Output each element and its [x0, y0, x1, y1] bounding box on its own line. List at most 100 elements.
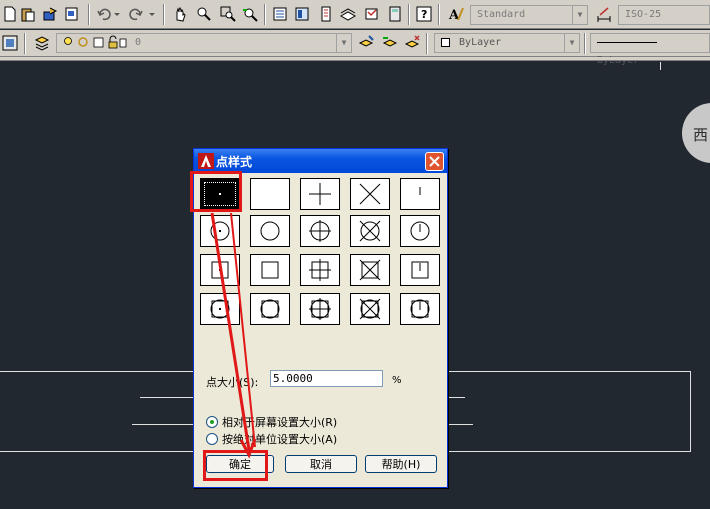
match-properties-icon[interactable] [40, 4, 60, 24]
point-style-glyph-icon [210, 299, 230, 319]
dialog-title: 点样式 [216, 155, 253, 169]
dialog-titlebar[interactable]: 点样式 [194, 149, 447, 173]
point-style-glyph-icon [410, 299, 430, 319]
undo-icon[interactable] [94, 4, 114, 24]
point-style-glyph-icon [309, 259, 331, 281]
point-style-glyph-icon [309, 298, 331, 320]
cancel-button[interactable]: 取消 [285, 455, 357, 473]
drawing-line [140, 397, 193, 398]
point-style-none-row2[interactable] [250, 254, 290, 286]
toolbar-separator [24, 33, 26, 54]
radio-absolute-indicator[interactable] [206, 433, 218, 445]
point-style-tick-row2[interactable] [400, 254, 440, 286]
properties-icon[interactable] [270, 4, 290, 24]
point-style-glyph-icon [261, 261, 279, 279]
point-style-cross-row0[interactable] [350, 178, 390, 210]
color-value: ByLayer [459, 37, 502, 48]
point-size-input[interactable]: 5.0000 [270, 370, 383, 387]
redo-dropdown-icon[interactable] [147, 4, 157, 24]
layer-isolate-icon[interactable] [402, 33, 422, 53]
point-style-glyph-icon [359, 183, 381, 205]
text-style-icon[interactable]: A [446, 4, 466, 24]
text-style-value: Standard [477, 9, 526, 20]
point-style-cross-row3[interactable] [350, 293, 390, 325]
drawing-line [448, 451, 691, 452]
make-object-layer-current-icon[interactable] [356, 33, 376, 53]
point-style-glyph-icon [251, 179, 289, 209]
point-style-plus-row1[interactable] [300, 215, 340, 247]
point-style-glyph-icon [410, 221, 430, 241]
point-style-plus-row0[interactable] [300, 178, 340, 210]
redo-icon[interactable] [126, 4, 146, 24]
new-file-icon[interactable] [0, 4, 20, 24]
design-center-icon[interactable] [292, 4, 312, 24]
drawing-line [690, 371, 691, 452]
dimension-style-select[interactable]: ISO-25 [618, 5, 710, 25]
point-style-tick-row0[interactable] [400, 178, 440, 210]
layer-state-icon[interactable] [0, 33, 20, 53]
point-style-glyph-icon [260, 299, 280, 319]
close-button[interactable] [425, 152, 444, 171]
point-style-glyph-icon [309, 183, 331, 205]
layer-properties-icon[interactable] [32, 33, 52, 53]
point-style-plus-row3[interactable] [300, 293, 340, 325]
point-style-cross-row2[interactable] [350, 254, 390, 286]
layer-flags-icon [64, 35, 127, 49]
point-style-glyph-icon [210, 221, 230, 241]
standard-toolbar: ? A Standard ▼ ISO-25 [0, 0, 710, 29]
zoom-previous-icon[interactable] [240, 4, 260, 24]
layer-previous-icon[interactable] [380, 33, 400, 53]
undo-dropdown-icon[interactable] [112, 4, 122, 24]
point-style-glyph-icon [359, 298, 381, 320]
toolbar-strip [0, 57, 710, 61]
toolbar-separator [88, 4, 90, 25]
drawing-line [660, 62, 661, 70]
point-style-dot-row2[interactable] [200, 254, 240, 286]
point-style-cross-row1[interactable] [350, 215, 390, 247]
point-size-label: 点大小(S): [206, 376, 259, 389]
drawing-line [448, 371, 691, 372]
point-style-dot-row1[interactable] [200, 215, 240, 247]
paste-icon[interactable] [18, 4, 38, 24]
point-style-tick-row3[interactable] [400, 293, 440, 325]
tool-palettes-icon[interactable] [316, 4, 336, 24]
point-style-dot-row3[interactable] [200, 293, 240, 325]
drawing-line [448, 424, 473, 425]
radio-relative-indicator[interactable] [206, 416, 218, 428]
toolbar-separator [408, 4, 410, 25]
chevron-down-icon: ▼ [336, 34, 351, 52]
sheet-set-icon[interactable] [338, 4, 358, 24]
zoom-realtime-icon[interactable] [194, 4, 214, 24]
point-style-none-row3[interactable] [250, 293, 290, 325]
point-style-glyph-icon [309, 220, 331, 242]
layer-flags [63, 34, 129, 52]
dimension-style-icon[interactable] [594, 4, 614, 24]
toolbar-separator [426, 33, 428, 54]
radio-absolute-units[interactable]: 按绝对单位设置大小(A) [206, 431, 337, 447]
layer-select[interactable]: 0 ▼ [56, 33, 352, 53]
point-style-tick-row1[interactable] [400, 215, 440, 247]
block-editor-icon[interactable] [62, 4, 82, 24]
point-style-plus-row2[interactable] [300, 254, 340, 286]
markup-icon[interactable] [362, 4, 382, 24]
zoom-window-icon[interactable] [218, 4, 238, 24]
linetype-preview [597, 41, 657, 43]
dimension-style-value: ISO-25 [625, 9, 662, 20]
point-style-glyph-icon [411, 261, 429, 279]
point-style-none-row0[interactable] [250, 178, 290, 210]
linetype-select[interactable]: ByLayer [590, 33, 710, 66]
point-style-none-row1[interactable] [250, 215, 290, 247]
radio-relative-to-screen[interactable]: 相对于屏幕设置大小(R) [206, 414, 337, 430]
radio-relative-label: 相对于屏幕设置大小(R) [222, 416, 338, 429]
help-button[interactable]: 帮助(H) [365, 455, 437, 473]
chevron-down-icon: ▼ [564, 34, 579, 52]
text-style-select[interactable]: Standard ▼ [470, 5, 588, 25]
calculator-icon[interactable] [385, 4, 405, 24]
layers-toolbar: 0 ▼ ByLayer ▼ ByLayer [0, 30, 710, 66]
toolbar-separator [584, 33, 586, 54]
pan-icon[interactable] [170, 4, 190, 24]
color-select[interactable]: ByLayer ▼ [434, 33, 580, 53]
drawing-line [0, 451, 193, 452]
percent-label: % [392, 375, 402, 386]
help-icon[interactable]: ? [414, 4, 434, 24]
